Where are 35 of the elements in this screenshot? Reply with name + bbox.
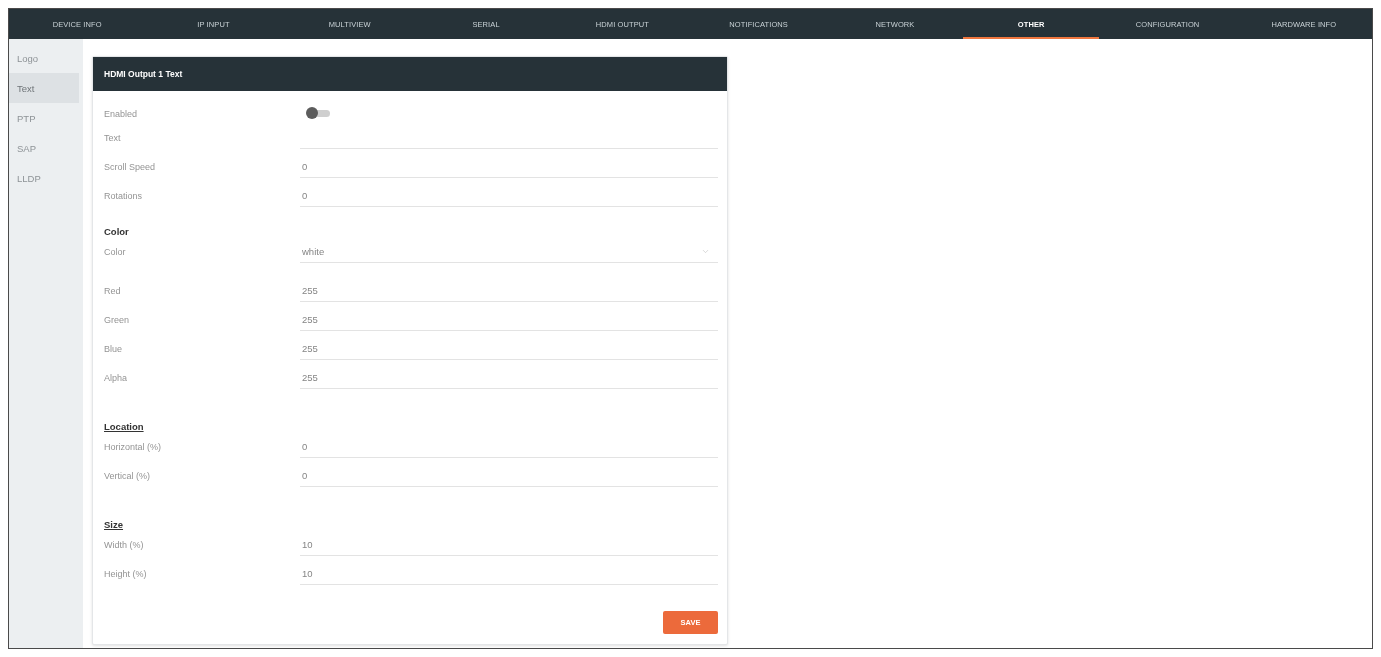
sidebar-item[interactable]: Logo (9, 43, 79, 73)
field-label: Scroll Speed (104, 162, 156, 172)
card-title: HDMI Output 1 Text (104, 69, 183, 79)
input-field[interactable]: 255 (300, 338, 718, 360)
field-label: Text (104, 133, 121, 143)
field-label: Blue (104, 344, 122, 354)
chevron-down-icon (701, 247, 710, 256)
field-label: Green (104, 315, 129, 325)
field-label: Vertical (%) (104, 471, 150, 481)
section-heading: Color (104, 224, 129, 238)
sidebar-item[interactable]: PTP (9, 103, 79, 133)
input-field[interactable]: 0 (300, 156, 718, 178)
select-field[interactable]: white (300, 241, 718, 263)
field-label: Rotations (104, 191, 143, 201)
field-label: Height (%) (104, 569, 147, 579)
section-heading: Size (104, 517, 123, 531)
input-field[interactable]: 0 (300, 465, 718, 487)
field-label: Color (104, 247, 126, 257)
field-label: Enabled (104, 109, 138, 119)
field-label: Red (104, 286, 121, 296)
input-field[interactable]: 0 (300, 436, 718, 458)
field-label: Alpha (104, 373, 128, 383)
field-label: Horizontal (%) (104, 442, 161, 452)
input-field[interactable]: 255 (300, 309, 718, 331)
input-field[interactable]: 10 (300, 563, 718, 585)
input-field[interactable]: 255 (300, 280, 718, 302)
sidebar-item[interactable]: SAP (9, 133, 79, 163)
section-heading: Location (104, 419, 144, 433)
sidebar-item[interactable]: LLDP (9, 163, 79, 193)
sidebar-item[interactable]: Text (9, 73, 79, 103)
input-field[interactable]: 0 (300, 185, 718, 207)
input-field[interactable]: 255 (300, 367, 718, 389)
toggle-switch[interactable] (306, 107, 330, 119)
field-label: Width (%) (104, 540, 144, 550)
input-field[interactable]: 10 (300, 534, 718, 556)
